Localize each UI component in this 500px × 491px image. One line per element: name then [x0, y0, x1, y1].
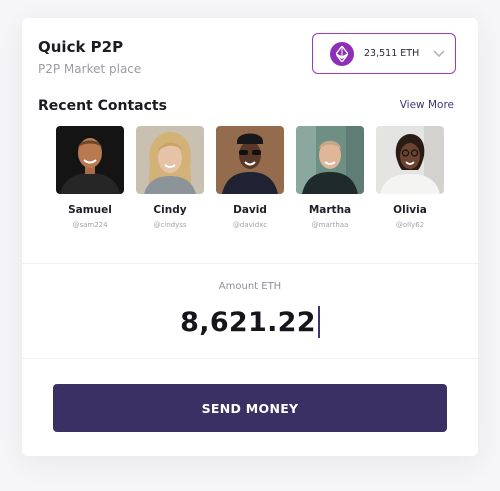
section-divider — [22, 263, 478, 264]
section-divider — [22, 358, 478, 359]
contact-name: David — [233, 204, 267, 216]
contact-handle: @marthaa — [311, 221, 349, 229]
ethereum-icon — [330, 41, 354, 66]
contact-name: Cindy — [153, 204, 187, 216]
contact-martha[interactable]: Martha @marthaa — [296, 126, 364, 229]
avatar — [376, 126, 444, 194]
amount-value: 8,621.22 — [180, 306, 316, 338]
avatar — [136, 126, 204, 194]
quick-p2p-card: Quick P2P P2P Market place 23,511 ETH Re… — [22, 18, 478, 456]
text-cursor — [317, 306, 320, 338]
contacts-list: Samuel @sam224 Cindy @cindyss David @dav… — [56, 126, 456, 236]
contact-samuel[interactable]: Samuel @sam224 — [56, 126, 124, 229]
contact-olivia[interactable]: Olivia @olly62 — [376, 126, 444, 229]
contact-name: Samuel — [68, 204, 112, 216]
avatar — [216, 126, 284, 194]
contact-handle: @sam224 — [72, 221, 108, 229]
contact-name: Olivia — [393, 204, 427, 216]
wallet-balance: 23,511 ETH — [364, 48, 420, 59]
contact-david[interactable]: David @davidxc — [216, 126, 284, 229]
amount-label: Amount ETH — [218, 281, 282, 292]
card-title: Quick P2P — [38, 38, 124, 56]
recent-contacts-heading: Recent Contacts — [38, 98, 167, 114]
chevron-down-icon — [433, 50, 445, 58]
amount-input[interactable]: 8,621.22 — [22, 306, 478, 338]
contact-handle: @olly62 — [395, 221, 425, 229]
currency-select[interactable]: 23,511 ETH — [312, 33, 456, 74]
contact-handle: @davidxc — [232, 221, 268, 229]
contact-cindy[interactable]: Cindy @cindyss — [136, 126, 204, 229]
avatar — [56, 126, 124, 194]
contact-handle: @cindyss — [153, 221, 187, 229]
view-more-link[interactable]: View More — [400, 99, 454, 111]
send-money-button[interactable]: SEND MONEY — [53, 384, 447, 432]
card-subtitle: P2P Market place — [38, 62, 142, 76]
contact-name: Martha — [308, 204, 352, 216]
avatar — [296, 126, 364, 194]
